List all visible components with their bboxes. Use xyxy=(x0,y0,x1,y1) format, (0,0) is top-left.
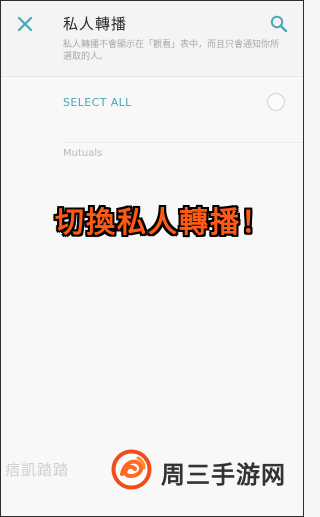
brand-logo-icon xyxy=(111,449,152,490)
brand-text: 周三手游网 xyxy=(161,461,286,489)
left-watermark: 痞凱踏踏 xyxy=(5,461,70,479)
page-subtitle: 私人轉播不會顯示在「觀看」表中，而且只會通知你所選取的人。 xyxy=(63,40,280,62)
select-all-radio[interactable] xyxy=(267,93,285,111)
search-button[interactable] xyxy=(269,14,289,34)
page-title: 私人轉播 xyxy=(63,15,128,33)
tutorial-caption: 切換私人轉播！ xyxy=(55,205,273,239)
mutuals-section-label: Mutuals xyxy=(63,148,103,159)
top-header: 私人轉播 私人轉播不會顯示在「觀看」表中，而且只會通知你所選取的人。 xyxy=(1,1,303,77)
brand-watermark: 周三手游网 xyxy=(109,447,305,495)
close-icon xyxy=(17,16,33,32)
close-button[interactable] xyxy=(13,12,37,36)
app-frame: 私人轉播 私人轉播不會顯示在「觀看」表中，而且只會通知你所選取的人。 SELEC… xyxy=(0,0,304,517)
search-icon xyxy=(270,15,288,33)
select-all-label[interactable]: SELECT ALL xyxy=(63,96,132,109)
section-divider xyxy=(63,142,303,143)
